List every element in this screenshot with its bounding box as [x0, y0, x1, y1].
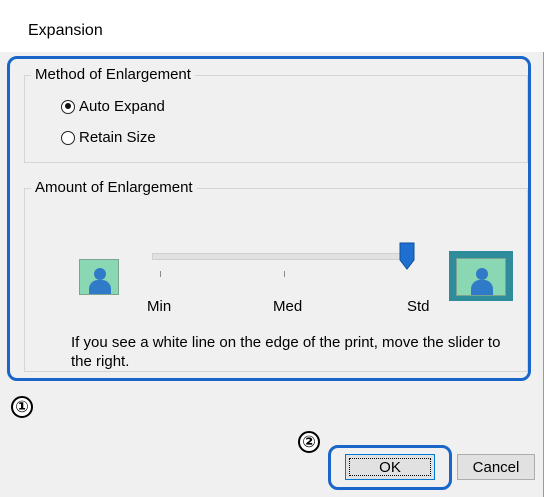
ok-button[interactable]: OK [345, 454, 435, 480]
cancel-button-label: Cancel [472, 458, 520, 476]
focus-ring [349, 458, 431, 476]
highlight-box-settings [7, 56, 531, 381]
dialog-title: Expansion [28, 22, 103, 39]
title-bar: Expansion [0, 0, 544, 52]
cancel-button[interactable]: Cancel [457, 454, 535, 480]
callout-2: ② [298, 431, 320, 453]
callout-1: ① [11, 396, 33, 418]
expansion-dialog: Expansion Method of Enlargement Auto Exp… [0, 0, 544, 497]
